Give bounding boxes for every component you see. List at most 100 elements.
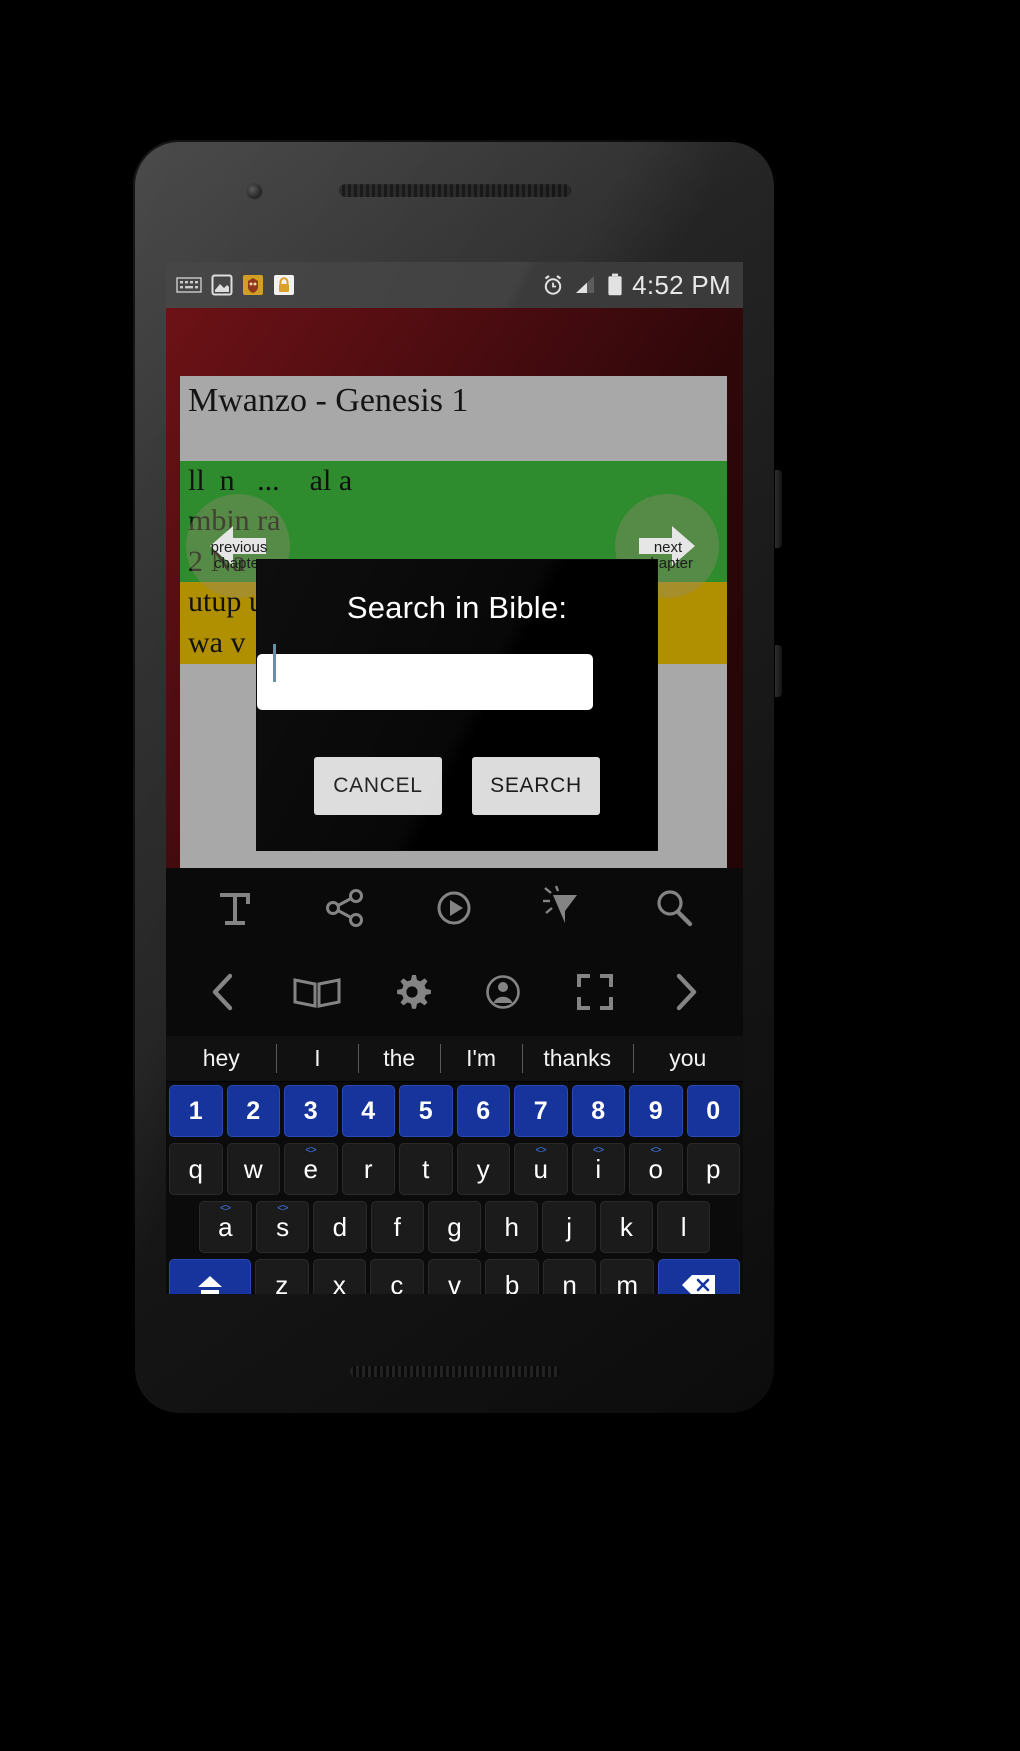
key-5[interactable]: 5 — [399, 1085, 453, 1137]
search-dialog: Search in Bible: CANCEL SEARCH — [257, 560, 657, 850]
key-s[interactable]: <> s — [255, 1201, 310, 1253]
phone-screen: 4:52 PM Mwanzo - Genesis 1 ll n ... al a… — [166, 262, 743, 1294]
key-label: f — [393, 1211, 401, 1242]
next-icon[interactable] — [664, 969, 706, 1020]
key-1[interactable]: 1 — [169, 1085, 223, 1137]
highlighter-icon[interactable] — [541, 885, 587, 936]
key-h[interactable]: h — [485, 1201, 539, 1253]
key-7[interactable]: 7 — [514, 1085, 568, 1137]
suggestion-item[interactable]: hey — [166, 1036, 276, 1081]
settings-gear-icon[interactable] — [389, 969, 435, 1020]
key-z[interactable]: z — [254, 1259, 309, 1294]
suggestion-item[interactable]: the — [358, 1036, 440, 1081]
key-9[interactable]: 9 — [629, 1085, 683, 1137]
key-n[interactable]: n — [542, 1259, 597, 1294]
search-icon[interactable] — [651, 885, 697, 936]
search-input[interactable] — [257, 654, 593, 710]
key-8[interactable]: 8 — [571, 1085, 625, 1137]
row-spacer-right — [714, 1201, 740, 1253]
book-icon[interactable] — [291, 969, 343, 1020]
text-cursor — [273, 644, 276, 682]
key-m[interactable]: m — [600, 1259, 654, 1294]
keyboard-row-home: <> a <> s d f g h j k l — [166, 1198, 743, 1256]
power-button[interactable] — [775, 645, 782, 697]
keyboard-row-numbers: 1 2 3 4 5 6 7 8 9 0 — [166, 1082, 743, 1140]
signal-icon — [576, 276, 595, 293]
key-b[interactable]: b — [485, 1259, 539, 1294]
keyboard-row-qwerty: q w <> e r t y <> u <> i <> o p — [166, 1140, 743, 1198]
key-label: a — [218, 1211, 233, 1242]
suggestion-item[interactable]: I'm — [440, 1036, 522, 1081]
text-format-icon[interactable] — [212, 885, 258, 936]
key-label: v — [447, 1269, 461, 1295]
key-label: i — [595, 1153, 602, 1184]
key-f[interactable]: f — [370, 1201, 424, 1253]
key-p[interactable]: p — [686, 1143, 740, 1195]
key-label: o — [648, 1153, 663, 1184]
shift-key[interactable] — [169, 1259, 251, 1294]
screenshot-icon — [211, 274, 233, 296]
suggestion-item[interactable]: thanks — [522, 1036, 632, 1081]
share-icon[interactable] — [322, 885, 368, 936]
key-t[interactable]: t — [399, 1143, 453, 1195]
key-label: b — [504, 1269, 520, 1295]
key-label: d — [332, 1211, 348, 1242]
key-u[interactable]: <> u — [514, 1143, 568, 1195]
key-label: x — [332, 1269, 346, 1295]
battery-icon — [608, 273, 622, 296]
status-bar-right-icons: 4:52 PM — [541, 270, 731, 301]
key-q[interactable]: q — [169, 1143, 223, 1195]
key-label: r — [363, 1153, 373, 1184]
key-label: m — [616, 1269, 639, 1295]
fullscreen-icon[interactable] — [572, 969, 618, 1020]
backspace-key-icon — [681, 1275, 715, 1294]
key-2[interactable]: 2 — [226, 1085, 280, 1137]
dialog-title: Search in Bible: — [346, 590, 568, 625]
key-k[interactable]: k — [599, 1201, 654, 1253]
key-g[interactable]: g — [427, 1201, 482, 1253]
alarm-icon — [544, 275, 562, 295]
key-v[interactable]: v — [427, 1259, 482, 1295]
key-a[interactable]: <> a — [198, 1201, 252, 1253]
page-title: Mwanzo - Genesis 1 — [188, 382, 469, 419]
search-button[interactable]: SEARCH — [472, 757, 600, 815]
dialog-button-row: CANCEL SEARCH — [257, 757, 657, 815]
key-c[interactable]: c — [370, 1259, 424, 1294]
screenshot-root: 4:52 PM Mwanzo - Genesis 1 ll n ... al a… — [0, 0, 1020, 1751]
key-w[interactable]: w — [226, 1143, 280, 1195]
key-6[interactable]: 6 — [456, 1085, 510, 1137]
key-tag: <> — [535, 1145, 547, 1156]
play-icon[interactable] — [431, 885, 477, 936]
account-icon[interactable] — [480, 969, 526, 1020]
cancel-button[interactable]: CANCEL — [314, 757, 442, 815]
key-o[interactable]: <> o — [629, 1143, 683, 1195]
key-d[interactable]: d — [313, 1201, 367, 1253]
key-x[interactable]: x — [312, 1259, 367, 1295]
key-4[interactable]: 4 — [341, 1085, 395, 1137]
shift-key-icon — [197, 1276, 222, 1294]
status-bar-clock: 4:52 PM — [632, 269, 731, 300]
bottom-speaker-grill — [349, 1366, 560, 1377]
key-label: u — [533, 1153, 548, 1184]
key-label: p — [706, 1153, 721, 1184]
previous-icon[interactable] — [203, 969, 245, 1020]
key-label: s — [276, 1211, 290, 1242]
key-tag: <> — [219, 1203, 231, 1214]
key-label: q — [188, 1153, 203, 1184]
key-0[interactable]: 0 — [686, 1085, 740, 1137]
suggestion-item[interactable]: I — [276, 1036, 358, 1081]
verse-line: ll n ... al a — [180, 460, 727, 502]
backspace-key[interactable] — [658, 1259, 740, 1294]
key-label: t — [422, 1153, 430, 1184]
key-l[interactable]: l — [657, 1201, 711, 1253]
lock-notification-icon — [274, 275, 294, 295]
key-j[interactable]: j — [542, 1201, 596, 1253]
volume-button[interactable] — [775, 470, 782, 548]
key-3[interactable]: 3 — [284, 1085, 338, 1137]
key-y[interactable]: y — [456, 1143, 510, 1195]
key-r[interactable]: r — [341, 1143, 395, 1195]
key-i[interactable]: <> i — [571, 1143, 625, 1195]
key-tag: <> — [277, 1203, 288, 1214]
key-e[interactable]: <> e — [284, 1143, 338, 1195]
suggestion-item[interactable]: you — [632, 1036, 743, 1081]
